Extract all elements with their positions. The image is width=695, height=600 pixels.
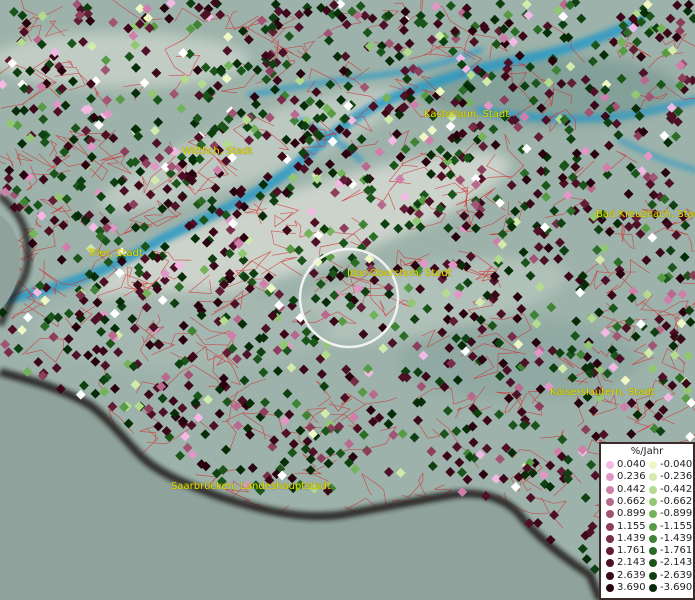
city-label-kaiserslautern: Kaiserslautern, Stadt [550,387,655,398]
legend-swatch [649,559,657,568]
legend-swatch [606,534,614,543]
legend-swatch [649,510,657,519]
legend-label: -1.761 [660,545,693,557]
city-label-wittlich: Wittlich, Stadt [182,146,253,157]
legend-swatch [606,497,614,506]
legend-swatch [649,497,657,506]
legend-swatch [606,461,614,469]
legend-swatch [606,522,614,531]
legend-label: 1.155 [617,520,646,532]
legend-label: -2.143 [660,557,693,569]
city-label-saarbruecken: Saarbrücken, Landeshauptstadt [171,481,331,492]
map-canvas[interactable] [0,0,695,600]
legend-label: 1.761 [617,545,646,557]
legend-swatch [649,534,657,543]
legend-label: 3.690 [617,582,646,593]
legend-swatch [649,571,657,580]
legend-label: 2.639 [617,569,646,581]
legend-label: -0.236 [660,471,693,483]
legend-label: 0.236 [617,471,646,483]
city-label-trier: Trier, Stadt [88,248,143,259]
legend-label: 1.439 [617,532,646,544]
legend-label: -2.639 [660,569,693,581]
legend-label: 0.662 [617,495,646,507]
legend-swatch [649,547,657,556]
city-label-bad-kreuznach: Bad Kreuznach, Stadt [596,209,695,220]
legend-swatch [606,547,614,556]
legend-swatch [606,485,614,494]
legend-label: 0.899 [617,508,646,520]
legend-swatch [606,510,614,519]
legend-label: -0.442 [660,483,693,495]
city-label-kastellaun: Kastellaun, Stadt [424,109,510,120]
legend-label: -0.040 [660,459,693,470]
legend-swatch [606,559,614,568]
legend-label: -0.899 [660,508,693,520]
legend-label: 2.143 [617,557,646,569]
legend-swatch [649,473,657,482]
legend-label: -0.662 [660,495,693,507]
legend-label: -3.690 [660,582,693,593]
legend-swatch [649,584,657,592]
legend-label: -1.155 [660,520,693,532]
legend-swatch [649,522,657,531]
legend-label: 0.040 [617,459,646,470]
legend-label: -1.439 [660,532,693,544]
legend-swatch [649,485,657,494]
legend-title: %/Jahr [630,446,664,457]
legend-swatch [606,571,614,580]
legend-swatch [606,473,614,482]
legend: %/Jahr 0.040 -0.040 0.236 -0.236 0.442 -0.442… [599,442,695,600]
legend-label: 0.442 [617,483,646,495]
city-label-idar-oberstein: Idar-Oberstein, Stadt [347,268,452,279]
legend-swatch [606,584,614,592]
legend-swatch [649,461,657,469]
